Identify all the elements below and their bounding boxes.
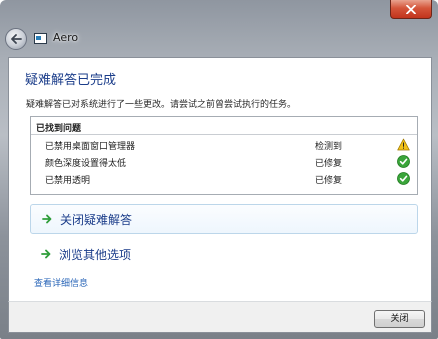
page-heading: 疑难解答已完成 <box>25 73 117 88</box>
problem-status: 已修复 <box>315 159 343 169</box>
problem-status: 已修复 <box>315 176 343 186</box>
close-troubleshooter-label: 关闭疑难解答 <box>60 213 133 227</box>
footer-bar <box>8 301 432 333</box>
check-icon <box>397 172 410 185</box>
back-button[interactable] <box>5 28 27 50</box>
problem-row: 已禁用透明 已修复 <box>31 171 417 187</box>
view-details-link[interactable]: 查看详细信息 <box>34 276 88 289</box>
explore-options-link[interactable]: 浏览其他选项 <box>30 240 416 268</box>
check-icon <box>397 155 410 168</box>
warning-icon <box>397 138 410 151</box>
title-bar: Aero <box>0 0 438 58</box>
problems-found-box: 已找到问题 已禁用桌面窗口管理器 检测到 颜色深度设置得太低 已修复 已禁用透明… <box>30 116 418 195</box>
window-title: Aero <box>53 31 79 44</box>
problem-status: 检测到 <box>315 142 343 152</box>
close-button[interactable]: 关闭 <box>374 310 425 328</box>
troubleshooter-app-icon <box>34 33 47 44</box>
close-icon <box>406 4 416 14</box>
problem-name: 颜色深度设置得太低 <box>45 159 127 169</box>
problem-name: 已禁用桌面窗口管理器 <box>45 142 136 152</box>
green-arrow-icon <box>42 214 52 224</box>
problem-name: 已禁用透明 <box>45 176 91 186</box>
problem-row: 颜色深度设置得太低 已修复 <box>31 154 417 170</box>
problem-row: 已禁用桌面窗口管理器 检测到 <box>31 137 417 153</box>
green-arrow-icon <box>41 249 51 259</box>
problems-title: 已找到问题 <box>36 124 82 134</box>
window-close-button[interactable] <box>390 0 432 19</box>
summary-text: 疑难解答已对系统进行了一些更改。请尝试之前曾尝试执行的任务。 <box>26 100 297 110</box>
problems-divider <box>31 134 417 135</box>
explore-options-label: 浏览其他选项 <box>59 248 132 262</box>
back-arrow-icon <box>11 34 22 44</box>
close-troubleshooter-link[interactable]: 关闭疑难解答 <box>30 204 418 234</box>
